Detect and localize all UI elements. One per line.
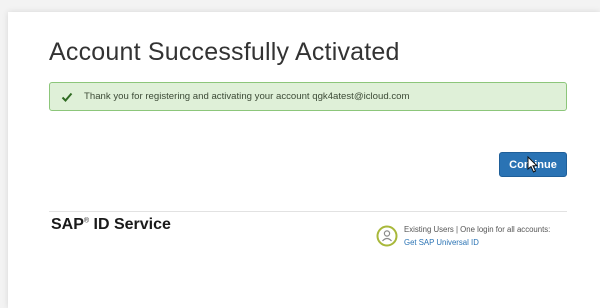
get-universal-id-link[interactable]: Get SAP Universal ID <box>404 238 479 247</box>
brand-service: ID Service <box>89 216 171 233</box>
brand-name: SAP <box>51 216 84 233</box>
sap-id-service-logo: SAP® ID Service <box>51 216 171 234</box>
existing-users-text: Existing Users | One login for all accou… <box>404 225 551 234</box>
page-title: Account Successfully Activated <box>49 38 400 66</box>
success-alert: Thank you for registering and activating… <box>49 82 567 111</box>
universal-id-icon <box>376 225 398 247</box>
checkmark-icon <box>60 90 74 104</box>
activation-page: Account Successfully Activated Thank you… <box>8 12 600 308</box>
mouse-cursor-icon <box>527 155 539 174</box>
footer-divider <box>49 211 567 212</box>
success-message: Thank you for registering and activating… <box>84 91 410 102</box>
